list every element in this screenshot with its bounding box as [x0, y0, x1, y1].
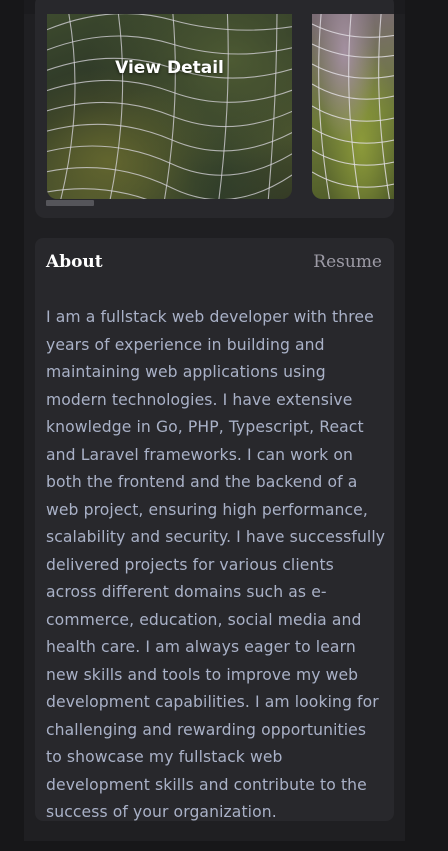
resume-link[interactable]: Resume: [313, 252, 382, 272]
gallery-slide-2[interactable]: [312, 14, 394, 199]
about-card: About Resume I am a fullstack web develo…: [35, 238, 394, 821]
spider-web-icon: [47, 14, 292, 199]
content-column: View Detail About Resume I am a fullstac…: [24, 0, 405, 841]
about-title: About: [46, 252, 103, 272]
gallery-scrollbar-thumb[interactable]: [46, 200, 94, 206]
spider-web-image-2: [312, 14, 394, 199]
gallery-slide-1[interactable]: View Detail: [47, 14, 292, 199]
spider-web-image: [47, 14, 292, 199]
spider-web-icon-2: [312, 14, 394, 199]
project-gallery-card: View Detail: [35, 0, 394, 218]
about-description: I am a fullstack web developer with thre…: [46, 308, 386, 821]
view-detail-label[interactable]: View Detail: [47, 58, 292, 78]
